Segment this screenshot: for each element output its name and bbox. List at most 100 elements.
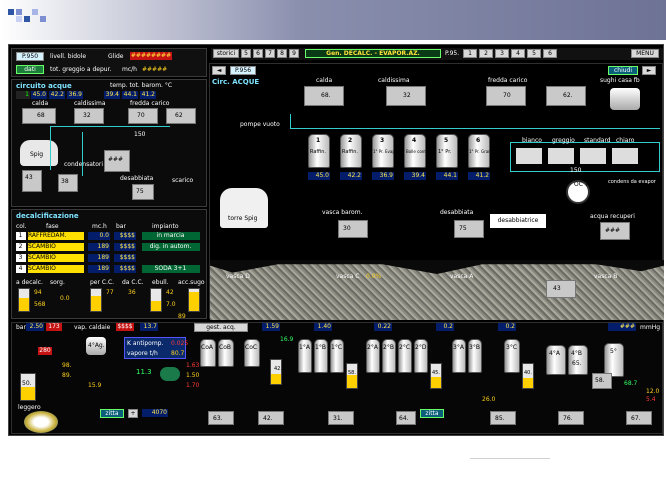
top-toolbar: storici 5 6 7 8 9 Gen. DECALC. - EVAPOR.… bbox=[211, 48, 663, 60]
temp-6: 41.2 bbox=[140, 91, 156, 99]
body-label: 4°Ag. bbox=[88, 342, 105, 349]
gest-pompe-button[interactable]: gest. acq. pompe bbox=[194, 323, 248, 339]
decalc-foot: sorg. bbox=[50, 279, 65, 286]
spig-tower bbox=[220, 188, 268, 228]
dati-button[interactable]: dati bbox=[16, 65, 44, 74]
prod-unit: mc/h bbox=[122, 66, 137, 73]
storici-button[interactable]: storici bbox=[213, 49, 239, 58]
level-gauge bbox=[188, 288, 200, 312]
body-label: 1°A bbox=[299, 344, 310, 351]
company-logo bbox=[24, 411, 58, 433]
flow-value: 150 bbox=[570, 167, 582, 174]
decalc-foot: ebull. bbox=[152, 279, 169, 286]
prod-value: ##### bbox=[142, 66, 168, 73]
box-gauge: 31. bbox=[328, 411, 354, 425]
bar-value: 0.22 bbox=[374, 323, 392, 331]
vasca2-gauge: 38 bbox=[58, 174, 78, 192]
column-number: 3 bbox=[380, 137, 385, 144]
exchanger bbox=[580, 148, 606, 164]
column-name: Raffin. bbox=[310, 149, 327, 155]
vasca-barom-gauge: 30 bbox=[338, 220, 368, 238]
spig-label: Spig bbox=[30, 151, 44, 158]
gauge-caldissima: 32 bbox=[74, 108, 104, 124]
body-label: 2°C bbox=[399, 344, 411, 351]
prev-arrow-icon[interactable]: ◄ bbox=[212, 66, 226, 75]
col-fredda: fredda carico bbox=[130, 100, 170, 107]
p-button[interactable]: 1 bbox=[463, 49, 477, 58]
p-button[interactable]: 2 bbox=[479, 49, 493, 58]
head-caldissima: caldissima bbox=[378, 77, 410, 84]
table-row[interactable]: 1 RAFFREDAM. 0.0 $$$$ in marcia bbox=[14, 232, 204, 241]
bar-value: 0.2 bbox=[436, 323, 454, 331]
gauge-calda: 68 bbox=[22, 108, 56, 124]
menu-button[interactable]: MENU bbox=[631, 49, 659, 58]
zitta-button[interactable]: zitta bbox=[100, 409, 124, 418]
level-value: 45. bbox=[432, 370, 440, 376]
condens-label: condensatori bbox=[64, 161, 104, 168]
exchanger bbox=[612, 148, 638, 164]
level-gauge bbox=[20, 373, 36, 401]
decalc-panel: decalcificazione col. fase mc.h bar impi… bbox=[11, 209, 207, 320]
deco-square bbox=[32, 9, 38, 15]
sughi-tank bbox=[610, 88, 640, 110]
pompe-label: pompe vuoto bbox=[240, 121, 280, 128]
gauge-caldissima: 32 bbox=[386, 86, 426, 106]
yellow-value: 98. bbox=[62, 362, 72, 369]
red-value: 1.70 bbox=[186, 382, 200, 389]
level-gauge bbox=[522, 363, 534, 389]
column-name: Raffin. bbox=[342, 149, 359, 155]
body-label: 2°A bbox=[367, 344, 378, 351]
p-button[interactable]: 4 bbox=[511, 49, 525, 58]
body-label: 3°B bbox=[469, 344, 480, 351]
col-calda: calda bbox=[32, 100, 49, 107]
page-button[interactable]: 5 bbox=[241, 49, 251, 58]
decalc-value: 36 bbox=[128, 289, 136, 296]
column-temp: 45.0 bbox=[308, 172, 330, 180]
decalc-value: 77 bbox=[106, 289, 114, 296]
chiudi-button[interactable]: chiudi bbox=[608, 66, 638, 75]
level-gauge bbox=[150, 288, 162, 312]
plus-button[interactable]: + bbox=[128, 409, 138, 418]
column-name: 1° Pr. bbox=[438, 149, 452, 155]
body-label: 2°D bbox=[415, 344, 427, 351]
head-sughi: sughi casa fb bbox=[600, 77, 640, 84]
exch-label: bianco bbox=[522, 137, 542, 144]
level-panel: 58. bbox=[592, 373, 612, 389]
box-gauge: 42. bbox=[258, 411, 284, 425]
vasca-gauge: 43 bbox=[22, 170, 42, 192]
plant-id: P.950 bbox=[16, 52, 44, 61]
page-button[interactable]: 6 bbox=[253, 49, 263, 58]
column-number: 1 bbox=[316, 137, 321, 144]
level-gauge bbox=[270, 359, 282, 385]
p95-label: P.95. bbox=[445, 50, 460, 57]
p-button[interactable]: 6 bbox=[543, 49, 557, 58]
table-row[interactable]: 3 SCAMBIO 189 $$$$ bbox=[14, 254, 204, 263]
scarico-label: scarico bbox=[172, 177, 194, 184]
pump-icon bbox=[160, 367, 180, 381]
decalc-value: 42 bbox=[166, 289, 174, 296]
page-button[interactable]: 9 bbox=[289, 49, 299, 58]
exch-label: chiaro bbox=[616, 137, 635, 144]
next-arrow-icon[interactable]: ► bbox=[642, 66, 656, 75]
column-temp: 36.9 bbox=[372, 172, 394, 180]
vasca-c-value: 0.0% bbox=[366, 273, 382, 280]
decalc-header: bar bbox=[116, 223, 126, 230]
table-row[interactable]: 2 SCAMBIO 189 $$$$ dig. in autom. bbox=[14, 243, 204, 252]
red-value: 1.63 bbox=[186, 362, 200, 369]
level-gauge bbox=[346, 363, 358, 389]
circuit-panel: circuito acque temp. tot. barom. °C 1 45… bbox=[11, 79, 207, 207]
p-button[interactable]: 5 bbox=[527, 49, 541, 58]
exchanger bbox=[548, 148, 574, 164]
vasca-b-gauge: 43 bbox=[546, 280, 576, 298]
vasca-b-label: vasca B bbox=[594, 273, 618, 280]
level-gauge bbox=[18, 288, 30, 312]
p-button[interactable]: 3 bbox=[495, 49, 509, 58]
column-number: 5 bbox=[444, 137, 449, 144]
zitta-button-2[interactable]: zitta bbox=[420, 409, 444, 418]
page-button[interactable]: 8 bbox=[277, 49, 287, 58]
page-button[interactable]: 7 bbox=[265, 49, 275, 58]
decalc-header: impianto bbox=[152, 223, 179, 230]
box-gauge: 63. bbox=[208, 411, 234, 425]
scada-screen: P.950 livell. bidole Glide ######## dati… bbox=[8, 44, 664, 436]
table-row[interactable]: 4 SCAMBIO 189 $$$$ SODA 3+1 bbox=[14, 265, 204, 274]
